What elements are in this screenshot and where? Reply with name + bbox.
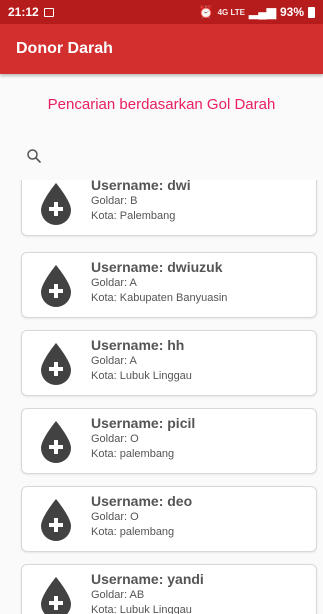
status-right: ⏰ 4G LTE ▂▄▆ 93% xyxy=(199,5,315,19)
donor-goldar: Goldar: B xyxy=(91,195,138,207)
app-title: Donor Darah xyxy=(16,40,113,57)
blood-drop-add-icon xyxy=(41,183,71,225)
donor-kota: Kota: Lubuk Linggau xyxy=(91,370,192,382)
donor-username: Username: hh xyxy=(91,337,185,353)
donor-goldar: Goldar: A xyxy=(91,355,137,367)
signal-text: 4G LTE xyxy=(217,7,245,17)
list-item[interactable]: Username: hh Goldar: A Kota: Lubuk Lingg… xyxy=(21,330,317,396)
blood-drop-add-icon xyxy=(41,499,71,541)
list-item[interactable]: Username: dwi Goldar: B Kota: Palembang xyxy=(21,180,317,236)
list-item[interactable]: Username: picil Goldar: O Kota: palemban… xyxy=(21,408,317,474)
image-notification-icon xyxy=(43,7,54,17)
status-bar: 21:12 ⏰ 4G LTE ▂▄▆ 93% xyxy=(0,0,323,24)
donor-list[interactable]: Username: dwi Goldar: B Kota: Palembang … xyxy=(0,180,323,614)
page-heading: Pencarian berdasarkan Gol Darah xyxy=(47,96,276,113)
donor-goldar: Goldar: A xyxy=(91,277,137,289)
donor-kota: Kota: Kabupaten Banyuasin xyxy=(91,292,228,304)
donor-username: Username: dwi xyxy=(91,180,191,193)
donor-username: Username: picil xyxy=(91,415,196,431)
list-item[interactable]: Username: yandi Goldar: AB Kota: Lubuk L… xyxy=(21,564,317,614)
donor-goldar: Goldar: AB xyxy=(91,589,145,601)
battery-icon xyxy=(308,6,315,18)
status-time: 21:12 xyxy=(8,5,39,19)
donor-kota: Kota: Lubuk Linggau xyxy=(91,604,192,614)
donor-goldar: Goldar: O xyxy=(91,433,139,445)
search-icon[interactable] xyxy=(26,148,42,164)
signal-icon: ▂▄▆ xyxy=(249,5,276,19)
donor-username: Username: yandi xyxy=(91,571,204,587)
alarm-icon: ⏰ xyxy=(198,5,214,19)
donor-kota: Kota: Palembang xyxy=(91,210,176,222)
battery-percent: 93% xyxy=(279,5,304,19)
blood-drop-add-icon xyxy=(41,265,71,307)
blood-drop-add-icon xyxy=(41,577,71,614)
list-item[interactable]: Username: deo Goldar: O Kota: palembang xyxy=(21,486,317,552)
donor-goldar: Goldar: O xyxy=(91,511,139,523)
list-item[interactable]: Username: dwiuzuk Goldar: A Kota: Kabupa… xyxy=(21,252,317,318)
blood-drop-add-icon xyxy=(41,343,71,385)
donor-username: Username: deo xyxy=(91,493,193,509)
donor-username: Username: dwiuzuk xyxy=(91,259,223,275)
blood-drop-add-icon xyxy=(41,421,71,463)
app-bar: Donor Darah xyxy=(0,24,323,74)
donor-kota: Kota: palembang xyxy=(91,526,175,538)
search-bar[interactable] xyxy=(26,144,296,168)
donor-kota: Kota: palembang xyxy=(91,448,175,460)
